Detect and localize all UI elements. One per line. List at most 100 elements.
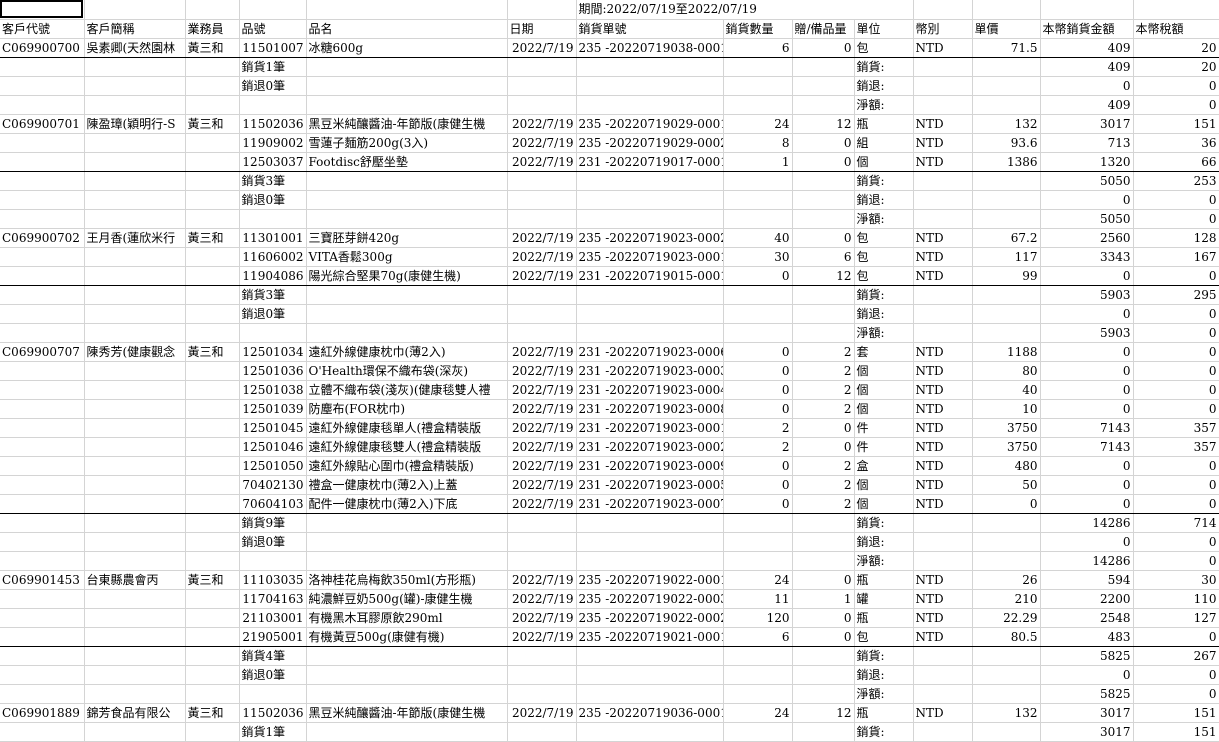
cell[interactable] [306, 304, 508, 324]
cell[interactable]: 0 [1040, 342, 1134, 362]
cell[interactable]: 7143 [1040, 418, 1134, 438]
cell[interactable]: 3750 [972, 437, 1041, 457]
cell[interactable] [0, 171, 85, 191]
cell[interactable]: 0 [723, 380, 793, 400]
column-header[interactable]: 銷貨數量 [723, 19, 793, 39]
cell[interactable] [972, 76, 1041, 96]
cell[interactable]: 2022/7/19 [507, 361, 577, 381]
cell[interactable] [0, 589, 85, 609]
cell[interactable]: 2022/7/19 [507, 152, 577, 172]
cell[interactable] [306, 323, 508, 343]
cell[interactable]: 11 [723, 589, 793, 609]
cell[interactable]: C069900700 [0, 38, 85, 58]
cell[interactable]: 30 [1133, 570, 1219, 590]
cell[interactable]: 0 [723, 456, 793, 476]
cell[interactable]: 銷貨: [854, 57, 914, 77]
cell[interactable] [0, 152, 85, 172]
cell[interactable] [306, 171, 508, 191]
cell[interactable] [723, 171, 793, 191]
cell[interactable]: 66 [1133, 152, 1219, 172]
cell[interactable]: 11502036 [239, 114, 307, 134]
cell[interactable] [239, 551, 307, 571]
cell[interactable] [507, 646, 577, 666]
cell[interactable]: 陽光綜合堅果70g(康健生機) [306, 266, 508, 286]
cell[interactable]: 24 [723, 114, 793, 134]
cell[interactable] [576, 209, 724, 229]
cell[interactable]: NTD [913, 627, 973, 647]
cell[interactable] [0, 190, 85, 210]
cell[interactable]: 洛神桂花烏梅飲350ml(方形瓶) [306, 570, 508, 590]
cell[interactable]: 1 [723, 152, 793, 172]
cell[interactable]: 235 -20220719021-0001 [576, 627, 724, 647]
cell[interactable]: 包 [854, 247, 914, 267]
cell[interactable] [185, 684, 240, 704]
cell[interactable] [972, 57, 1041, 77]
cell[interactable] [84, 532, 186, 552]
cell[interactable]: 0 [1133, 76, 1219, 96]
cell[interactable]: 2 [723, 418, 793, 438]
cell[interactable]: 配件一健康枕巾(薄2入)下底 [306, 494, 508, 514]
cell[interactable] [84, 247, 186, 267]
cell[interactable] [507, 57, 577, 77]
cell[interactable]: 2022/7/19 [507, 418, 577, 438]
cell[interactable] [972, 532, 1041, 552]
cell[interactable] [0, 323, 85, 343]
cell[interactable]: 11502036 [239, 703, 307, 723]
cell[interactable]: 11301001 [239, 228, 307, 248]
cell[interactable]: 231 -20220719023-0006 [576, 342, 724, 362]
cell[interactable] [576, 722, 724, 742]
cell[interactable] [185, 266, 240, 286]
cell[interactable]: 235 -20220719029-0001 [576, 114, 724, 134]
cell[interactable] [185, 171, 240, 191]
cell[interactable]: 67.2 [972, 228, 1041, 248]
cell[interactable] [0, 646, 85, 666]
cell[interactable]: 個 [854, 152, 914, 172]
cell[interactable] [913, 171, 973, 191]
cell[interactable]: 5903 [1040, 323, 1134, 343]
cell[interactable]: 0 [1133, 95, 1219, 115]
cell[interactable]: 235 -20220719029-0002 [576, 133, 724, 153]
cell[interactable]: 40 [972, 380, 1041, 400]
cell[interactable]: 71.5 [972, 38, 1041, 58]
cell[interactable]: 714 [1133, 513, 1219, 533]
cell[interactable]: 0 [1040, 76, 1134, 96]
cell[interactable]: 110 [1133, 589, 1219, 609]
cell[interactable]: 483 [1040, 627, 1134, 647]
cell[interactable] [185, 57, 240, 77]
cell[interactable]: 個 [854, 361, 914, 381]
cell[interactable] [723, 209, 793, 229]
cell[interactable]: 128 [1133, 228, 1219, 248]
column-header[interactable]: 贈/備品量 [792, 19, 855, 39]
cell[interactable]: 銷貨: [854, 722, 914, 742]
cell[interactable] [84, 627, 186, 647]
cell[interactable]: 0 [1133, 380, 1219, 400]
column-header[interactable]: 本幣稅額 [1133, 19, 1219, 39]
cell[interactable]: 11909002 [239, 133, 307, 153]
cell[interactable]: 21103001 [239, 608, 307, 628]
cell[interactable]: 2 [792, 494, 855, 514]
cell[interactable] [792, 190, 855, 210]
cell[interactable] [972, 209, 1041, 229]
cell[interactable] [507, 722, 577, 742]
cell[interactable]: 0 [1133, 342, 1219, 362]
cell[interactable]: 2200 [1040, 589, 1134, 609]
cell[interactable] [723, 285, 793, 305]
cell[interactable] [723, 323, 793, 343]
cell[interactable] [306, 665, 508, 685]
cell[interactable] [913, 551, 973, 571]
cell[interactable]: 409 [1040, 95, 1134, 115]
cell[interactable]: 2022/7/19 [507, 228, 577, 248]
cell[interactable]: 銷貨1筆 [239, 722, 307, 742]
cell[interactable]: 0 [1040, 361, 1134, 381]
spreadsheet-grid[interactable]: 期間:2022/07/19至2022/07/19 客戶代號 客戶簡稱 業務員 品號 品名… [0, 0, 1219, 742]
cell[interactable] [239, 95, 307, 115]
cell[interactable] [576, 304, 724, 324]
cell[interactable] [185, 665, 240, 685]
cell[interactable] [185, 456, 240, 476]
cell[interactable]: 6 [723, 627, 793, 647]
cell[interactable]: 有機黑木耳膠原飲290ml [306, 608, 508, 628]
cell[interactable]: 231 -20220719017-0001 [576, 152, 724, 172]
cell[interactable]: 2 [792, 361, 855, 381]
cell[interactable] [306, 76, 508, 96]
cell[interactable]: 11103035 [239, 570, 307, 590]
